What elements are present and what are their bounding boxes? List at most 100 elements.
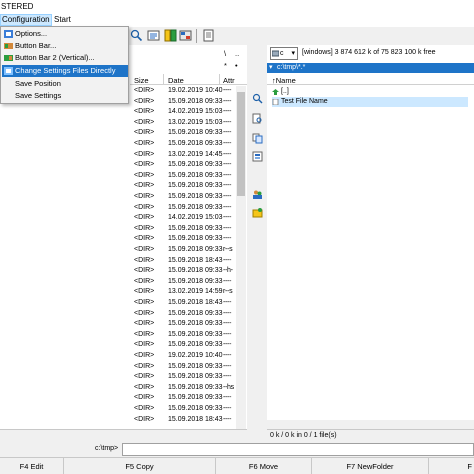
drive-icon <box>272 50 279 57</box>
right-column-header: ↑Name <box>267 74 474 85</box>
right-status-bar: 0 k / 0 k in 0 / 1 file(s) <box>267 429 474 442</box>
row-size: <DIR> <box>134 341 155 349</box>
row-date: 15.09.2018 09:33 <box>168 330 223 338</box>
row-date: 15.09.2018 09:33 <box>168 203 223 211</box>
button-bar-icon <box>4 43 13 49</box>
row-date: 15.09.2018 09:33 <box>168 267 223 275</box>
row-size: <DIR> <box>134 235 155 243</box>
f5-copy-button[interactable]: F5 Copy <box>64 458 216 474</box>
settings-folder-icon[interactable] <box>252 207 263 218</box>
row-size: <DIR> <box>134 129 155 137</box>
list-item-parent-dir[interactable]: [..] <box>272 87 468 97</box>
row-date: 14.02.2019 15:03 <box>168 108 223 116</box>
left-scrollbar[interactable] <box>236 86 246 429</box>
menu-item-button-bar[interactable]: Button Bar... <box>2 40 128 52</box>
left-scrollbar-thumb[interactable] <box>237 92 245 196</box>
menu-start[interactable]: Start <box>52 15 73 24</box>
row-date: 15.09.2018 09:33 <box>168 171 223 179</box>
notepad-icon[interactable] <box>202 29 215 42</box>
menu-item-save-position[interactable]: Save Position <box>2 78 128 90</box>
menu-item-save-settings[interactable]: Save Settings <box>2 90 128 102</box>
row-date: 15.09.2018 09:33 <box>168 140 223 147</box>
menu-item-options[interactable]: Options... <box>2 28 128 40</box>
window-title: STERED <box>1 2 34 11</box>
row-date: 15.09.2018 18:43 <box>168 415 223 423</box>
up-folder-icon <box>272 89 279 95</box>
current-path[interactable]: ▾ c:\tmp\*.* <box>267 63 474 73</box>
row-attr: ---- <box>223 129 232 137</box>
row-date: 15.09.2018 09:33 <box>168 246 223 253</box>
current-path-text: c:\tmp\*.* <box>277 64 306 71</box>
find-files-icon[interactable] <box>252 113 263 124</box>
row-size: <DIR> <box>134 97 155 105</box>
sync-icon[interactable] <box>179 29 192 42</box>
row-size: <DIR> <box>134 150 155 158</box>
menu-item-label: Save Position <box>15 79 61 88</box>
menu-item-button-bar-2[interactable]: Button Bar 2 (Vertical)... <box>2 52 128 64</box>
row-date: 15.09.2018 09:33 <box>168 309 223 317</box>
search-icon[interactable] <box>130 29 143 42</box>
drive-select[interactable]: c ▾ <box>270 47 298 60</box>
function-key-bar: F4 Edit F5 Copy F6 Move F7 NewFolder F <box>0 457 474 474</box>
row-attr: r--s <box>223 246 233 253</box>
menu-configuration[interactable]: Configuration <box>0 14 52 26</box>
command-line-row: c:\tmp> <box>0 442 474 457</box>
history-dropdown-icon[interactable]: ▾ <box>269 63 273 73</box>
column-attr[interactable]: Attr <box>223 76 235 85</box>
row-size: <DIR> <box>134 299 155 306</box>
row-size: <DIR> <box>134 171 155 179</box>
row-date: 13.02.2019 15:03 <box>168 118 223 126</box>
row-date: 13.02.2019 14:59 <box>168 288 223 296</box>
properties-icon[interactable] <box>252 151 263 162</box>
row-date: 15.09.2018 09:33 <box>168 97 223 105</box>
row-date: 15.09.2018 09:33 <box>168 320 223 328</box>
row-size: <DIR> <box>134 118 155 126</box>
menu-item-label: Button Bar... <box>15 41 57 50</box>
zoom-icon[interactable] <box>252 93 263 104</box>
list-item-file[interactable]: Test File Name <box>272 97 468 107</box>
users-icon[interactable] <box>252 189 263 200</box>
row-size: <DIR> <box>134 246 155 253</box>
row-attr: ---- <box>223 150 232 158</box>
left-column-header: Size Date Attr <box>130 74 247 85</box>
column-separator[interactable] <box>219 74 220 85</box>
column-date[interactable]: Date <box>168 76 184 85</box>
f4-edit-button[interactable]: F4 Edit <box>0 458 64 474</box>
right-horizontal-scrollbar[interactable] <box>267 420 474 429</box>
menu-item-label: Save Settings <box>15 91 62 100</box>
f7-newfolder-button[interactable]: F7 NewFolder <box>312 458 429 474</box>
row-attr: ---- <box>223 87 232 94</box>
row-date: 15.09.2018 09:33 <box>168 129 223 137</box>
row-size: <DIR> <box>134 373 155 381</box>
drive-letter: c <box>280 50 284 57</box>
copy-files-icon[interactable] <box>252 133 263 144</box>
row-size: <DIR> <box>134 352 155 359</box>
menu-item-label: Change Settings Files Directly <box>15 66 116 75</box>
command-prompt-label: c:\tmp> <box>95 445 119 452</box>
row-attr: ---- <box>223 118 232 126</box>
row-size: <DIR> <box>134 394 155 402</box>
row-attr: ---- <box>223 330 232 338</box>
column-name[interactable]: ↑Name <box>272 76 296 85</box>
dot-button[interactable]: • <box>235 61 238 70</box>
row-date: 19.02.2019 10:40 <box>168 352 223 359</box>
compare-icon[interactable] <box>164 29 177 42</box>
column-size[interactable]: Size <box>134 76 149 85</box>
row-attr: ---- <box>223 373 232 381</box>
menu-item-change-settings-files[interactable]: Change Settings Files Directly <box>2 65 128 77</box>
row-attr: ---- <box>223 235 232 243</box>
command-line-input[interactable] <box>122 443 474 456</box>
row-size: <DIR> <box>134 224 155 232</box>
root-button[interactable]: \ <box>224 49 226 58</box>
f8-button[interactable]: F <box>429 458 474 474</box>
row-date: 15.09.2018 09:33 <box>168 224 223 232</box>
parent-button[interactable]: .. <box>235 49 239 58</box>
menu-bar: Configuration Start <box>0 13 474 27</box>
f6-move-button[interactable]: F6 Move <box>216 458 312 474</box>
list-view-icon[interactable] <box>147 29 160 42</box>
row-date: 15.09.2018 09:33 <box>168 182 223 190</box>
column-separator[interactable] <box>163 74 164 85</box>
star-button[interactable]: * <box>224 61 227 70</box>
row-attr: ---- <box>223 415 232 423</box>
row-date: 15.09.2018 18:43 <box>168 256 223 264</box>
